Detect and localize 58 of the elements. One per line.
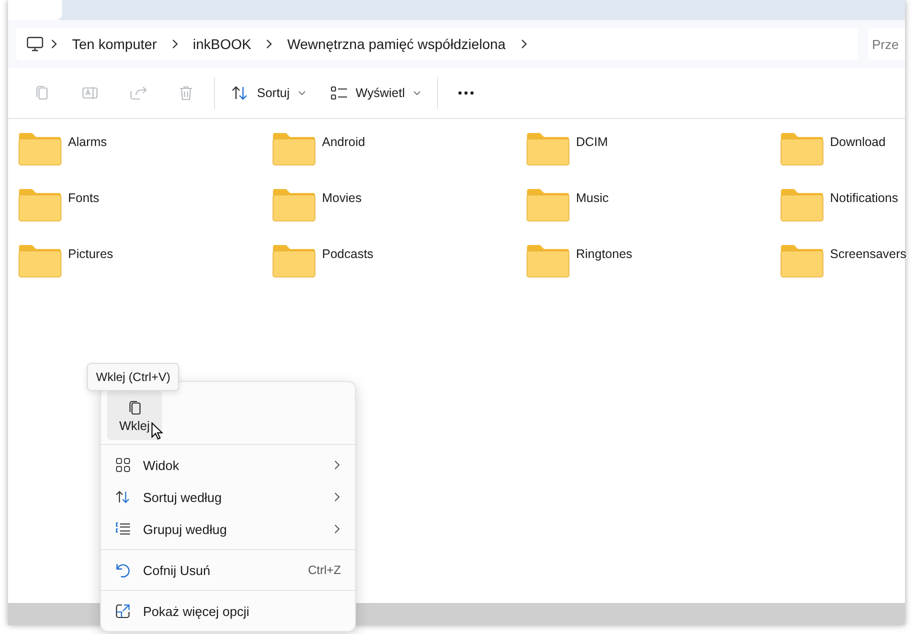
folder-icon [780,132,824,166]
tab[interactable] [8,0,62,20]
folder-name[interactable]: Screensavers [830,244,906,261]
folder-icon [272,244,316,278]
folder-name[interactable]: Ringtones [576,244,632,261]
folder-icon [272,132,316,166]
breadcrumb-item[interactable]: Wewnętrzna pamięć współdzielona [279,36,514,52]
sort-icon [115,489,131,505]
menu-item[interactable]: Pokaż więcej opcji [101,595,355,627]
folder-icon [18,132,62,166]
delete-icon [177,84,195,102]
folder-icon [18,188,62,222]
folder-name[interactable]: Podcasts [322,244,374,261]
paste-button[interactable]: Wklej [107,391,162,440]
folder-name[interactable]: Fonts [68,188,100,205]
group-icon [115,521,131,537]
share-icon [129,84,147,102]
folder-icon [780,188,824,222]
view-menu-button[interactable]: Wyświetl [318,77,433,109]
caret-icon [412,90,421,96]
chevron-right-icon [520,38,528,50]
folder-name[interactable]: Notifications [830,188,898,205]
breadcrumb-item[interactable]: Ten komputer [64,36,165,52]
chevron-right-icon [50,38,58,50]
folder-name[interactable]: Android [322,132,366,149]
computer-icon [26,36,44,52]
menu-item[interactable]: Cofnij Usuń Ctrl+Z [101,554,355,586]
search-field[interactable]: Prze [868,28,905,60]
menu-item[interactable]: Sortuj według [101,481,355,513]
folder-icon [526,244,570,278]
folder-icon [526,132,570,166]
sort-menu-button[interactable]: Sortuj [219,77,318,109]
caret-icon [298,90,306,96]
address-bar[interactable]: Ten komputer inkBOOK Wewnętrzna pamięć współdzielona [16,28,858,60]
tooltip: Wklej (Ctrl+V) [87,363,180,391]
rename-icon [81,84,99,102]
menu-item[interactable]: Grupuj według [101,513,355,545]
folder-name[interactable]: Alarms [68,132,107,149]
more-icon [456,91,475,95]
cursor-icon [151,422,163,440]
more-icon [115,603,131,619]
folder-name[interactable]: Pictures [68,244,114,261]
folder-icon [780,244,824,278]
folder-name[interactable]: Movies [322,188,362,205]
sort-icon [231,85,249,101]
folder-icon [18,244,62,278]
folder-name[interactable]: Download [830,132,886,149]
view-icon [330,85,348,101]
chevron-right-icon [170,38,179,50]
undo-icon [115,562,131,578]
folder-name[interactable]: Music [576,188,609,205]
view-icon [115,457,131,473]
breadcrumb-item[interactable]: inkBOOK [184,36,260,52]
menu-item[interactable]: Widok [101,449,355,481]
folder-name[interactable]: DCIM [576,132,608,149]
chevron-right-icon [265,38,274,50]
folder-icon [526,188,570,222]
folder-icon [272,188,316,222]
